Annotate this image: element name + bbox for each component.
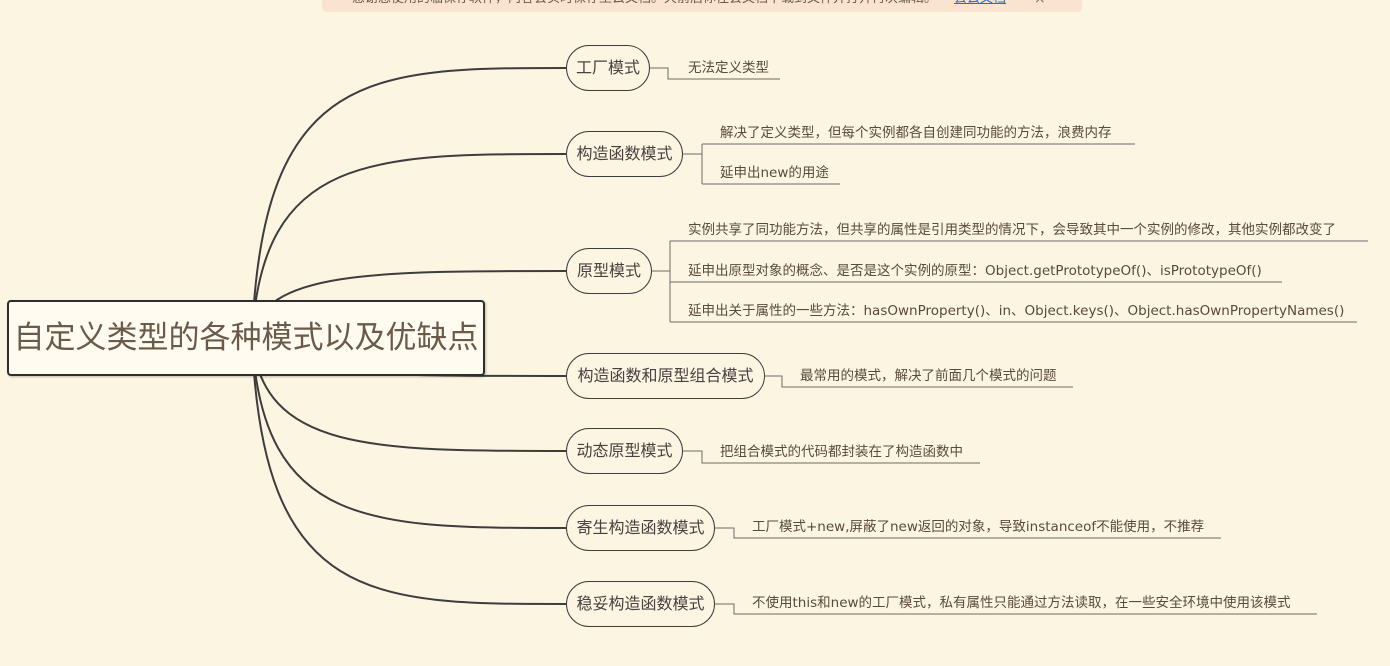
topic-dynamic-prototype-pattern[interactable]: 动态原型模式 — [566, 428, 683, 474]
topic-constructor-pattern[interactable]: 构造函数模式 — [566, 131, 683, 177]
note-prototype-3[interactable]: 延申出关于属性的一些方法：hasOwnProperty()、in、Object.… — [688, 302, 1344, 320]
note-prototype-1[interactable]: 实例共享了同功能方法，但共享的属性是引用类型的情况下，会导致其中一个实例的修改，… — [688, 221, 1336, 239]
note-combination-1[interactable]: 最常用的模式，解决了前面几个模式的问题 — [800, 367, 1057, 385]
mindmap-root-topic[interactable]: 自定义类型的各种模式以及优缺点 — [7, 300, 485, 376]
note-parasitic-1[interactable]: 工厂模式+new,屏蔽了new返回的对象，导致instanceof不能使用，不推… — [752, 518, 1204, 536]
note-durable-1[interactable]: 不使用this和new的工厂模式，私有属性只能通过方法读取，在一些安全环境中使用… — [752, 594, 1291, 612]
note-dynamic-prototype-1[interactable]: 把组合模式的代码都封装在了构造函数中 — [720, 443, 963, 461]
note-constructor-2[interactable]: 延申出new的用途 — [720, 164, 829, 182]
topic-factory-pattern[interactable]: 工厂模式 — [566, 45, 650, 91]
note-constructor-1[interactable]: 解决了定义类型，但每个实例都各自创建同功能的方法，浪费内存 — [720, 124, 1112, 142]
topic-durable-constructor-pattern[interactable]: 稳妥构造函数模式 — [566, 581, 715, 627]
branch-connector — [251, 337, 567, 605]
topic-parasitic-constructor-pattern[interactable]: 寄生构造函数模式 — [566, 505, 715, 551]
note-prototype-2[interactable]: 延申出原型对象的概念、是否是这个实例的原型：Object.getPrototyp… — [688, 262, 1262, 280]
note-factory-1[interactable]: 无法定义类型 — [688, 59, 769, 77]
topic-combination-pattern[interactable]: 构造函数和原型组合模式 — [566, 353, 765, 399]
topic-prototype-pattern[interactable]: 原型模式 — [566, 248, 652, 294]
